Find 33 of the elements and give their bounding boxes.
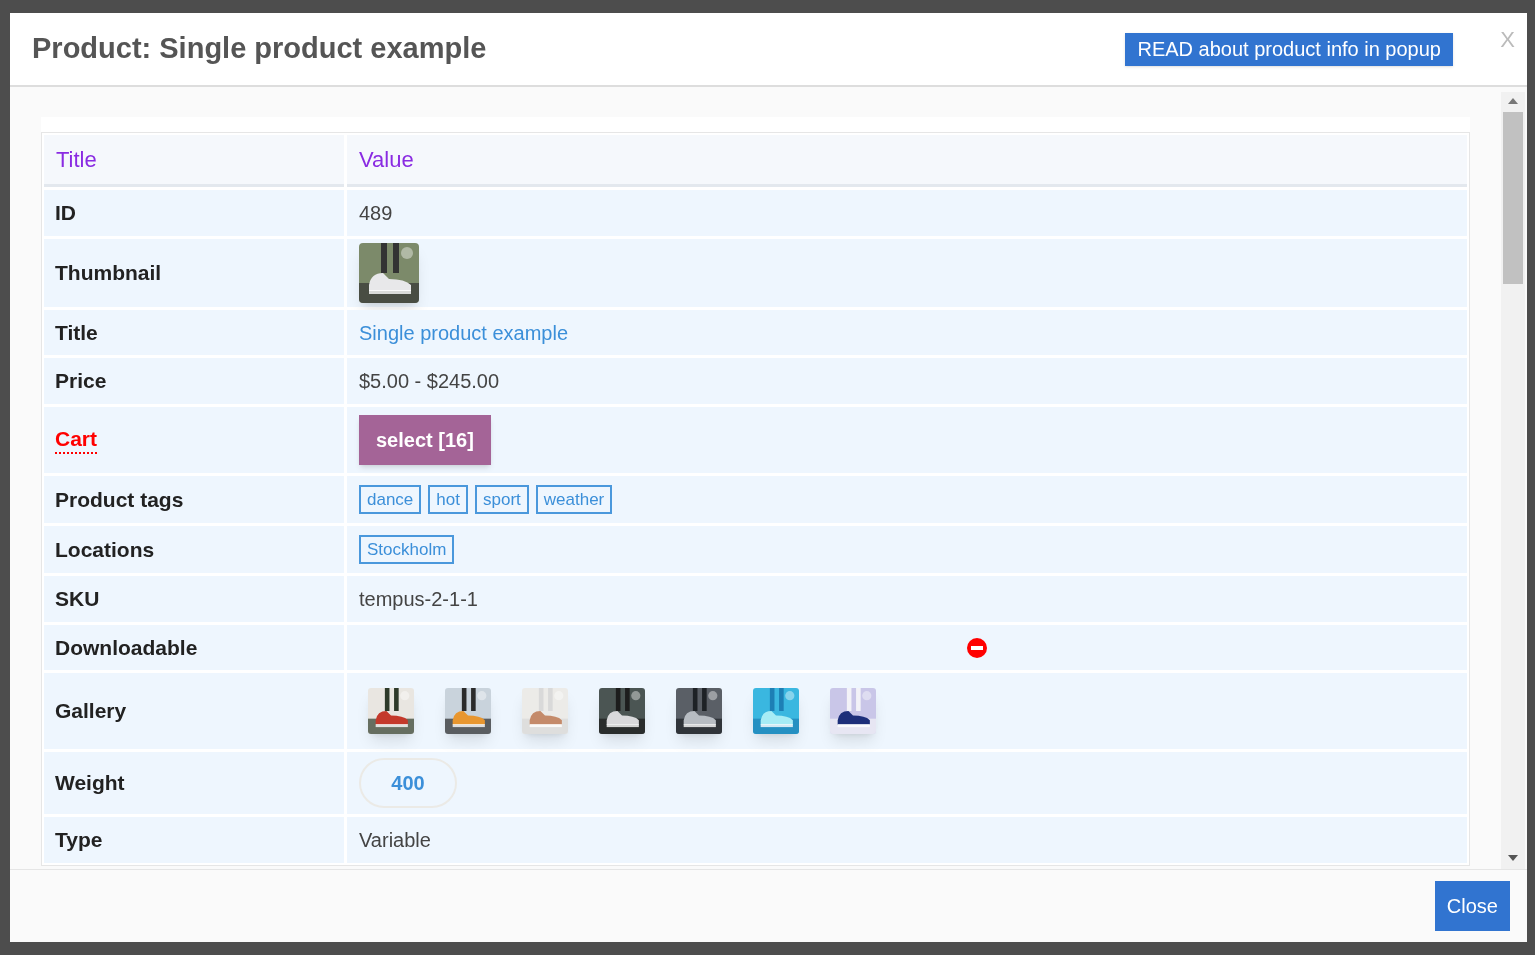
tag[interactable]: hot [428,485,468,514]
row-label: Thumbnail [55,260,162,287]
tag[interactable]: sport [474,485,529,514]
select-button[interactable]: select [16] [359,415,491,465]
cell-value: 489 [359,201,393,226]
scroll-down-icon[interactable] [1508,855,1518,861]
tag[interactable]: weather [535,485,613,514]
read-button[interactable]: READ about product info in popup [1125,32,1453,66]
tag[interactable]: Stockholm [359,535,455,564]
row-label: Cart [55,426,97,454]
row-label: Downloadable [55,634,198,661]
column-header: Title [44,135,344,187]
row-label: Product tags [55,486,184,513]
scroll-up-icon[interactable] [1508,98,1518,104]
weight-value: 400 [359,758,457,808]
row-label: Price [55,368,107,395]
cell-value: Variable [359,828,431,853]
row-label: ID [55,200,76,227]
row-label: Locations [55,536,155,563]
cell-value: $5.00 - $245.00 [359,369,500,394]
row-label: Gallery [55,698,127,725]
row-label: Weight [55,770,125,797]
close-button[interactable]: Close [1434,881,1510,931]
tag[interactable]: dance [359,485,422,514]
row-label: SKU [55,586,100,613]
row-label: Type [55,827,103,854]
scroll-thumb[interactable] [1503,112,1523,284]
product-link[interactable]: Single product example [359,317,568,348]
row-label: Title [55,319,98,346]
modal-title: Product: Single product example [32,31,487,67]
column-header: Value [347,135,1467,187]
cell-value: tempus-2-1-1 [359,587,478,612]
scrollbar[interactable] [1501,92,1525,869]
